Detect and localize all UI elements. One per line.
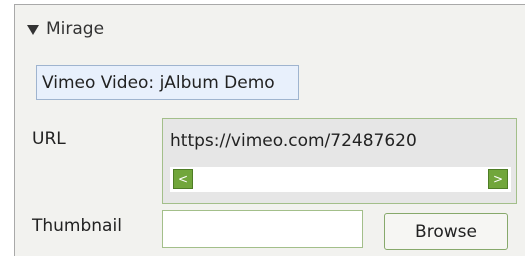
scroll-right-arrow-icon[interactable]: >: [488, 169, 508, 189]
browse-button[interactable]: Browse: [384, 213, 508, 250]
url-label: URL: [32, 129, 66, 149]
url-field[interactable]: https://vimeo.com/72487620 < >: [162, 118, 517, 204]
thumbnail-label: Thumbnail: [32, 216, 122, 236]
item-title-field[interactable]: Vimeo Video: jAlbum Demo: [36, 65, 299, 100]
url-value[interactable]: https://vimeo.com/72487620: [170, 131, 417, 151]
mirage-panel: Mirage Vimeo Video: jAlbum Demo URL http…: [14, 4, 525, 256]
scroll-left-arrow-icon[interactable]: <: [173, 169, 193, 189]
thumbnail-input[interactable]: [162, 210, 363, 248]
url-horizontal-scrollbar[interactable]: < >: [170, 167, 511, 192]
section-header[interactable]: Mirage: [27, 19, 104, 39]
collapse-triangle-icon[interactable]: [27, 25, 39, 35]
section-title: Mirage: [46, 19, 105, 39]
